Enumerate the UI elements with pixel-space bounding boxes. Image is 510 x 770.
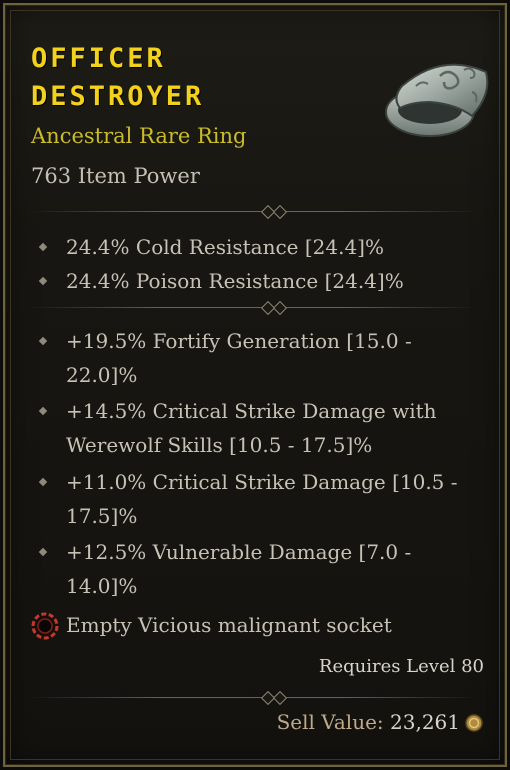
affix-line: +12.5% Vulnerable Damage [7.0 - (66, 540, 412, 564)
gold-coin-icon (465, 714, 483, 732)
sell-value-label: Sell Value: (276, 710, 384, 734)
affix-line: +14.5% Critical Strike Damage with (66, 399, 437, 423)
implicit-cold-resistance: 24.4% Cold Resistance [24.4]% (66, 235, 384, 259)
affix-crit-damage: +11.0% Critical Strike Damage [10.5 - 17… (66, 465, 466, 533)
level-requirement: Requires Level 80 (318, 656, 484, 677)
affix-line: 17.5]% (66, 504, 138, 528)
section-divider (28, 204, 478, 220)
affix-line: 14.0]% (66, 574, 138, 598)
sell-value-amount: 23,261 (390, 710, 460, 734)
item-power: 763 Item Power (31, 164, 200, 188)
socket-label: Empty Vicious malignant socket (66, 613, 392, 637)
item-type: Ancestral Rare Ring (31, 124, 247, 148)
section-divider (28, 300, 478, 316)
item-name-line-2: DESTROYER (31, 81, 205, 112)
affix-fortify-generation: +19.5% Fortify Generation [15.0 - 22.0]% (66, 324, 466, 392)
affix-werewolf-crit-damage: +14.5% Critical Strike Damage with Werew… (66, 394, 466, 462)
malignant-socket-icon (31, 612, 59, 640)
section-divider (28, 690, 478, 706)
affix-line: +19.5% Fortify Generation [15.0 - (66, 329, 412, 353)
affix-vulnerable-damage: +12.5% Vulnerable Damage [7.0 - 14.0]% (66, 535, 466, 603)
item-name: OFFICER DESTROYER (31, 40, 351, 116)
affix-line: +11.0% Critical Strike Damage [10.5 - (66, 470, 458, 494)
item-name-line-1: OFFICER (31, 43, 166, 74)
affix-line: 22.0]% (66, 363, 138, 387)
sell-value: Sell Value: 23,261 (277, 710, 460, 734)
affix-line: Werewolf Skills [10.5 - 17.5]% (66, 433, 373, 457)
ring-icon (385, 63, 489, 137)
implicit-poison-resistance: 24.4% Poison Resistance [24.4]% (66, 269, 404, 293)
